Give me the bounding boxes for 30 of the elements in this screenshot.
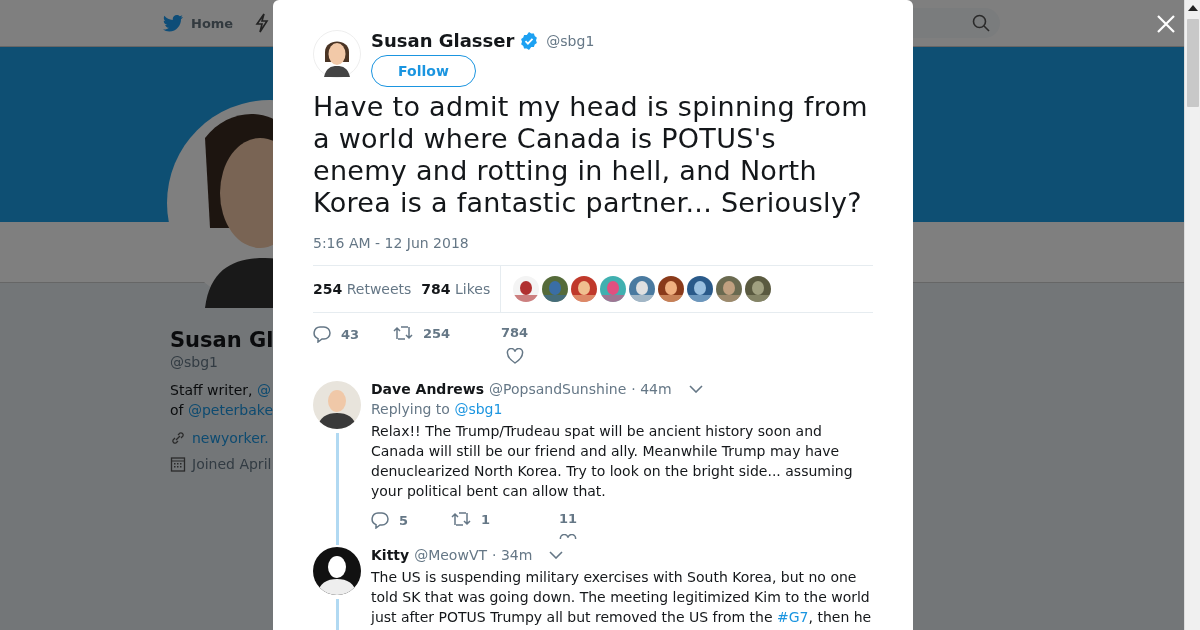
retweet-button[interactable]: 1 bbox=[451, 511, 531, 527]
mention-link[interactable]: @sbg1 bbox=[454, 401, 503, 417]
reply-author-name[interactable]: Dave Andrews bbox=[371, 381, 485, 397]
stat-link[interactable]: 784 Likes bbox=[421, 281, 491, 297]
reply-text: The US is suspending military exercises with South Korea, but no one told SK that was going down. The meeting legitimized Kim to the world just after POTUS Trumpy all but removed the US from the #G7, then he bbox=[371, 568, 873, 627]
reply-author-handle[interactable]: @PopsandSunshine bbox=[489, 381, 627, 397]
join-date: Joined April bbox=[192, 456, 272, 472]
bio-line: Staff writer, @ bbox=[170, 381, 271, 400]
author-name[interactable]: Susan Glasser bbox=[371, 30, 515, 51]
profile-handle: @sbg1 bbox=[170, 354, 218, 370]
reply-button[interactable]: 43 bbox=[313, 325, 393, 343]
reply-author-name[interactable]: Kitty bbox=[371, 547, 410, 563]
like-button[interactable]: 784 bbox=[501, 325, 529, 364]
profile-name: Susan Gl bbox=[170, 328, 274, 352]
follow-button[interactable]: Follow bbox=[371, 55, 476, 87]
bio-line: of @peterbake bbox=[170, 401, 273, 420]
tweet-timestamp[interactable]: 5:16 AM - 12 Jun 2018 bbox=[313, 235, 873, 251]
reply-time[interactable]: · 44m bbox=[631, 381, 672, 397]
author-handle[interactable]: @sbg1 bbox=[546, 32, 595, 49]
nav-tab[interactable]: Home bbox=[163, 10, 234, 36]
hashtag-link[interactable]: #G7 bbox=[777, 609, 809, 625]
retweet-button[interactable]: 254 bbox=[393, 325, 473, 341]
tweet-text: Have to admit my head is spinning from a world where Canada is POTUS's enemy and rotting in hell, and North Korea is a fantastic partner... Seriously? bbox=[313, 91, 869, 219]
stat-link[interactable]: 254 Retweets bbox=[313, 281, 412, 297]
reply-button[interactable]: 5 bbox=[371, 511, 451, 529]
reply-text: Relax!! The Trump/Trudeau spat will be ancient history soon and Canada will still be our friend and ally. Meanwhile Trump may have denuclearized North Korea. Try to look on the bright side... assuming your political bent can allow that. bbox=[371, 422, 854, 501]
replying-to-label: Replying to bbox=[371, 401, 451, 417]
like-button[interactable]: 11 bbox=[559, 511, 578, 539]
reply-time[interactable]: · 34m bbox=[492, 547, 533, 563]
reply-author-handle[interactable]: @MeowVT bbox=[414, 547, 487, 563]
